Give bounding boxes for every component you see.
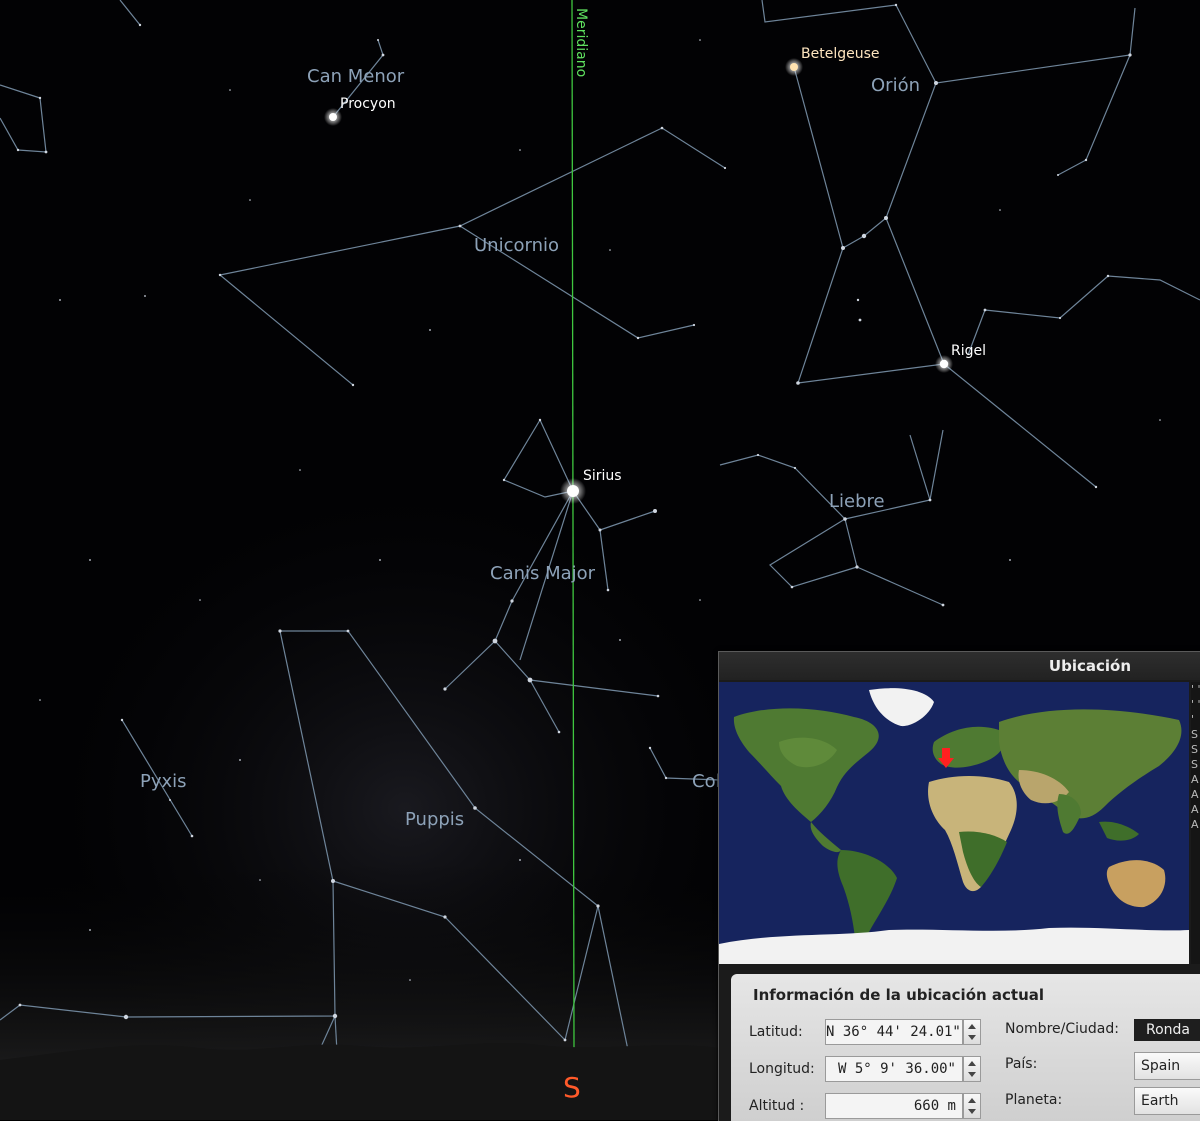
longitude-field[interactable]: W 5° 9' 36.00" xyxy=(825,1056,963,1082)
world-map[interactable] xyxy=(719,682,1189,964)
location-list[interactable]: ' ' ' ' ' S S S A A A A xyxy=(1191,682,1200,964)
location-info-panel: Información de la ubicación actual Latit… xyxy=(731,974,1200,1121)
altitude-label: Altitud : xyxy=(749,1098,805,1114)
constellation-label-orion: Orión xyxy=(871,75,920,96)
location-window-title[interactable]: Ubicación xyxy=(719,652,1200,680)
location-window: Ubicación ' ' ' ' ' S S S A A A A Inform… xyxy=(718,651,1200,1121)
planet-select[interactable]: Earth xyxy=(1134,1087,1200,1115)
star-label-rigel: Rigel xyxy=(951,343,986,359)
altitude-stepper[interactable] xyxy=(963,1093,981,1119)
country-label: País: xyxy=(1005,1056,1038,1072)
star-label-betelgeuse: Betelgeuse xyxy=(801,46,880,62)
latitude-label: Latitud: xyxy=(749,1024,803,1040)
constellation-label-canis-major: Canis Major xyxy=(490,563,596,584)
constellation-label-pyxis: Pyxis xyxy=(140,771,187,792)
meridian-label: Meridiano xyxy=(573,8,589,77)
latitude-stepper[interactable] xyxy=(963,1019,981,1045)
constellation-label-liebre: Liebre xyxy=(829,491,885,512)
city-name-field[interactable]: Ronda xyxy=(1134,1019,1200,1041)
constellation-label-can-menor: Can Menor xyxy=(307,66,405,87)
city-name-label: Nombre/Ciudad: xyxy=(1005,1021,1119,1037)
star-label-procyon: Procyon xyxy=(340,96,396,112)
constellation-label-unicornio: Unicornio xyxy=(474,235,559,256)
longitude-stepper[interactable] xyxy=(963,1056,981,1082)
landscape-horizon xyxy=(0,1042,720,1120)
latitude-field[interactable]: N 36° 44' 24.01" xyxy=(825,1019,963,1045)
planet-label: Planeta: xyxy=(1005,1092,1063,1108)
cardinal-point-south: S xyxy=(563,1071,581,1104)
location-info-title: Información de la ubicación actual xyxy=(753,986,1045,1004)
longitude-label: Longitud: xyxy=(749,1061,815,1077)
constellation-label-puppis: Puppis xyxy=(405,809,464,830)
altitude-field[interactable]: 660 m xyxy=(825,1093,963,1119)
star-label-sirius: Sirius xyxy=(583,468,622,484)
country-select[interactable]: Spain xyxy=(1134,1052,1200,1080)
